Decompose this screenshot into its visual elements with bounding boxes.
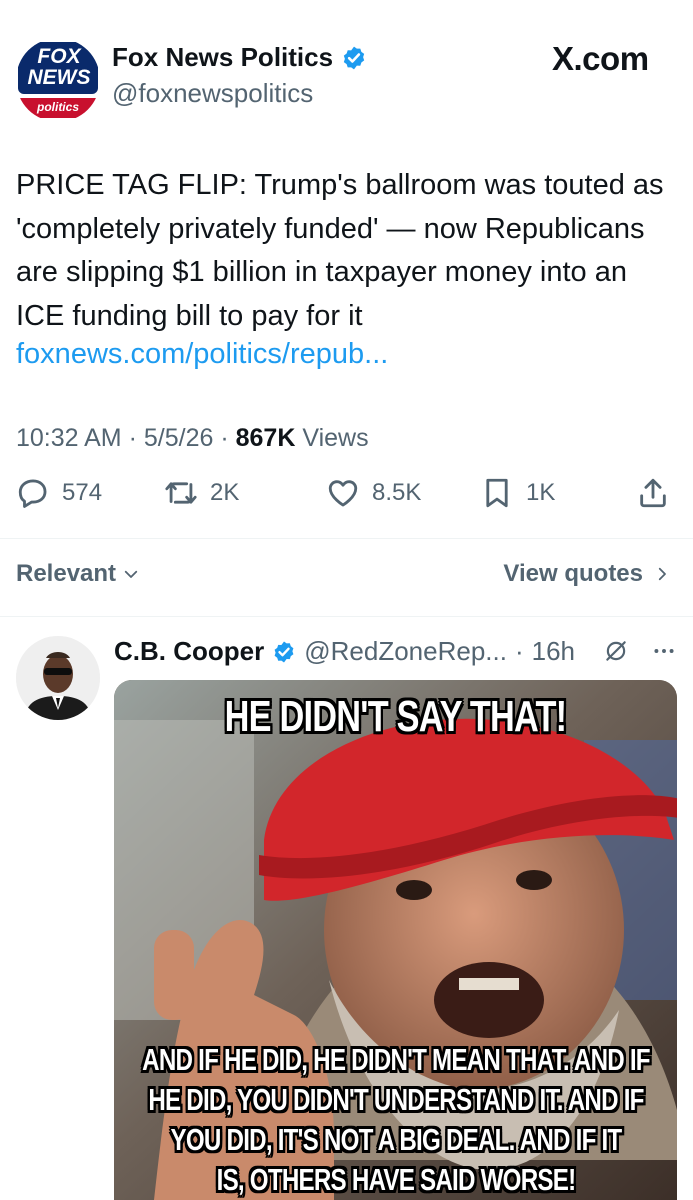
meme-top-caption: HE DIDN'T SAY THAT! [224,692,567,741]
reply-count: 574 [62,479,103,506]
account-name[interactable]: Fox News Politics [112,42,333,73]
reply-time[interactable]: 16h [532,636,575,667]
fox-logo-text: FOX [37,45,81,68]
share-button[interactable] [636,476,670,510]
politics-logo-tag: politics [20,98,96,118]
grok-icon[interactable] [603,638,629,664]
fox-news-politics-avatar[interactable]: FOX NEWS politics [16,38,100,122]
bookmark-icon [486,478,508,508]
repost-icon [165,482,197,504]
repost-button[interactable]: 2K [164,476,239,510]
reply-avatar[interactable] [16,636,100,720]
reply-header: C.B. Cooper @RedZoneRep... · 16h [114,636,575,667]
tweet-time[interactable]: 10:32 AM [16,424,122,452]
meme-caption-line: IS, OTHERS HAVE SAID WORSE! [216,1162,576,1197]
bookmark-button[interactable]: 1K [480,476,555,510]
chevron-right-icon [658,567,666,581]
bookmark-count: 1K [526,479,556,506]
views-label: Views [302,424,369,452]
tweet-header: FOX NEWS politics Fox News Politics @fox… [0,0,693,130]
reply-author-handle[interactable]: @RedZoneRep... [304,636,507,667]
like-button[interactable]: 8.5K [326,476,421,510]
chevron-down-icon [124,570,138,578]
views-count: 867K [235,424,296,452]
meta-separator: · [220,424,236,452]
news-logo-text: NEWS [27,66,91,89]
more-options-icon[interactable] [651,638,677,664]
meme-bottom-caption: AND IF HE DID, HE DIDN'T MEAN THAT. AND … [115,1040,677,1200]
like-count: 8.5K [372,479,422,506]
tweet-link[interactable]: foxnews.com/politics/repub... [16,338,388,371]
verified-badge-icon [274,641,294,662]
repost-count: 2K [210,479,240,506]
reply-button[interactable]: 574 [16,476,102,510]
divider [0,616,693,617]
reply-author-name[interactable]: C.B. Cooper [114,636,264,667]
reply-header-icons [603,638,677,664]
account-name-row[interactable]: Fox News Politics [112,42,367,73]
account-handle[interactable]: @foxnewspolitics [112,78,313,109]
reply-icon [18,479,47,508]
view-quotes-label: View quotes [503,560,643,587]
view-quotes-link[interactable]: View quotes [503,560,671,588]
reply-meme-image[interactable]: HE DIDN'T SAY THAT! AND IF HE DID, HE DI… [114,680,677,1200]
action-bar: 574 2K 8.5K 1K [0,476,693,524]
meme-caption-line: AND IF HE DID, HE DIDN'T MEAN THAT. AND … [142,1042,650,1077]
meta-separator: · [128,424,144,452]
meme-caption-line: YOU DID, IT'S NOT A BIG DEAL. AND IF IT [170,1122,623,1157]
heart-icon [328,480,358,507]
x-brand-label: X.com [552,40,649,77]
verified-badge-icon [343,46,365,69]
sort-relevant-dropdown[interactable]: Relevant [16,560,140,588]
meme-caption-line: HE DID, YOU DIDN'T UNDERSTAND IT. AND IF [148,1082,644,1117]
reply-separator: · [514,636,524,666]
divider [0,538,693,539]
tweet-date[interactable]: 5/5/26 [144,424,214,452]
tweet-meta: 10:32 AM · 5/5/26 · 867K Views [16,424,369,453]
tweet-text: PRICE TAG FLIP: Trump's ballroom was tou… [16,169,664,332]
man-in-suit-avatar-image [16,636,100,720]
share-icon [640,478,666,508]
sort-label: Relevant [16,560,117,587]
